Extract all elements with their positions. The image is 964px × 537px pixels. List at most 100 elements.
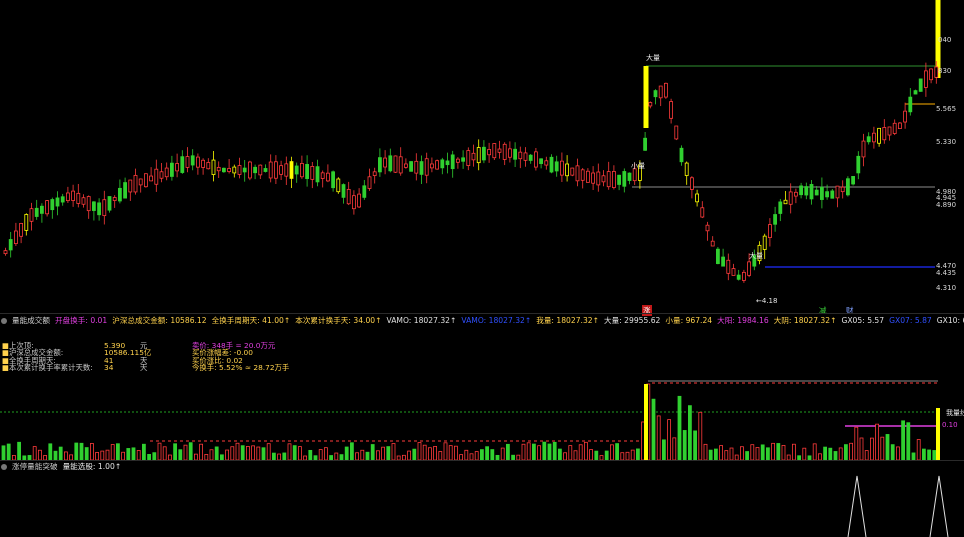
- volume-bar: [141, 443, 146, 460]
- volume-bar: [365, 451, 370, 460]
- volume-bar: [443, 442, 448, 460]
- volume-bar: [755, 447, 760, 460]
- candle-body: [445, 160, 450, 166]
- volume-bar: [375, 450, 380, 460]
- volume-bar: [760, 444, 765, 460]
- candle-body: [190, 155, 195, 166]
- candle-body: [232, 166, 237, 174]
- volume-bar: [870, 437, 874, 460]
- volume-bar: [781, 445, 786, 460]
- volume-bar: [32, 446, 37, 460]
- volume-bar: [854, 426, 859, 460]
- candle-body: [258, 164, 263, 176]
- volume-bar: [698, 411, 703, 460]
- candle-body: [851, 176, 855, 185]
- candle-body: [606, 171, 611, 188]
- candle-body: [794, 191, 798, 197]
- candle-body: [118, 187, 122, 202]
- candle-body: [549, 156, 554, 173]
- candle-body: [565, 163, 569, 177]
- volume-bar: [667, 419, 671, 460]
- volume-highlight-bar: [936, 408, 940, 460]
- volume-bar: [412, 448, 417, 460]
- volume-bar: [391, 443, 396, 460]
- axis-tick: 4.890: [936, 201, 957, 209]
- breakout-signal-pane[interactable]: [0, 470, 964, 537]
- volume-bar: [500, 447, 505, 460]
- candle-body: [138, 178, 143, 186]
- volume-bar: [880, 436, 885, 460]
- volume-pane[interactable]: ■上次顶: 5.390 元 ■沪深总成交金额: 10586.115亿 ■全换手周期天: 41…: [0, 324, 964, 460]
- candle-body: [195, 156, 200, 168]
- volume-bar: [812, 443, 817, 460]
- candle-body: [570, 167, 575, 176]
- volume-bar: [1, 445, 6, 460]
- candle-body: [684, 162, 689, 176]
- volume-bar: [323, 447, 328, 460]
- candle-body: [523, 152, 528, 161]
- volume-bar: [116, 443, 120, 460]
- candle-body: [622, 171, 627, 187]
- volume-bar: [625, 451, 630, 460]
- volume-bar: [6, 443, 11, 460]
- candle-body: [331, 171, 336, 189]
- volume-bar: [136, 450, 141, 460]
- candle-body: [13, 230, 18, 244]
- volume-bar: [53, 450, 58, 460]
- candle-body: [211, 159, 216, 175]
- volume-bar: [188, 442, 193, 460]
- candle-body: [783, 199, 788, 205]
- volume-bar: [17, 441, 22, 460]
- volume-bar: [505, 443, 510, 460]
- volume-bar: [776, 443, 781, 460]
- volume-bar: [95, 452, 99, 460]
- volume-bar: [844, 444, 848, 460]
- low-price-label: ←4.18: [756, 297, 778, 305]
- price-chart-pane[interactable]: 大量 小量 大量 ←4.18 040 830 5.565 5.330 4.980…: [0, 0, 964, 316]
- volume-bar: [334, 452, 339, 460]
- info-left-block: ■上次顶: 5.390 元 ■沪深总成交金额: 10586.115亿 ■全换手周期天: 41…: [2, 342, 192, 372]
- volume-highlight-bar: [644, 384, 648, 460]
- volume-bar: [688, 405, 692, 460]
- volume-bar: [604, 450, 609, 460]
- candle-body: [341, 184, 346, 198]
- volume-bar: [766, 447, 770, 460]
- candle-body: [398, 156, 403, 174]
- volume-bar: [532, 443, 536, 460]
- volume-bar: [864, 450, 869, 460]
- candle-body: [81, 197, 86, 205]
- volume-bar: [448, 445, 453, 460]
- candle-body: [742, 271, 746, 281]
- candle-body: [242, 167, 247, 173]
- candle-body: [580, 169, 585, 181]
- volume-bar: [740, 446, 744, 460]
- candle-body: [455, 158, 460, 163]
- candle-body: [820, 186, 824, 200]
- candle-body: [346, 188, 351, 205]
- volume-bar: [105, 449, 110, 460]
- candle-body: [315, 166, 320, 183]
- candle-body: [466, 150, 471, 166]
- volume-bar: [48, 443, 53, 460]
- candle-body: [788, 191, 793, 205]
- volume-bar: [792, 443, 796, 460]
- candle-body: [705, 224, 710, 232]
- candle-body: [736, 274, 741, 280]
- candle-body: [648, 102, 653, 107]
- candle-body: [721, 256, 725, 267]
- candle-body: [866, 136, 871, 143]
- volume-bar: [901, 420, 905, 460]
- candle-body: [487, 149, 492, 156]
- candle-body: [799, 185, 803, 196]
- candle-body: [840, 186, 845, 193]
- volume-bar: [438, 451, 443, 460]
- candlestick-chart[interactable]: [0, 0, 964, 313]
- breakout-signal-chart[interactable]: [0, 470, 964, 537]
- candle-body: [419, 161, 424, 175]
- volume-bar: [162, 446, 167, 460]
- volume-bar: [256, 446, 261, 460]
- volume-bar: [916, 439, 921, 460]
- small-volume-label: 小量: [631, 162, 645, 170]
- volume-bar: [386, 446, 391, 460]
- candle-body: [247, 161, 252, 179]
